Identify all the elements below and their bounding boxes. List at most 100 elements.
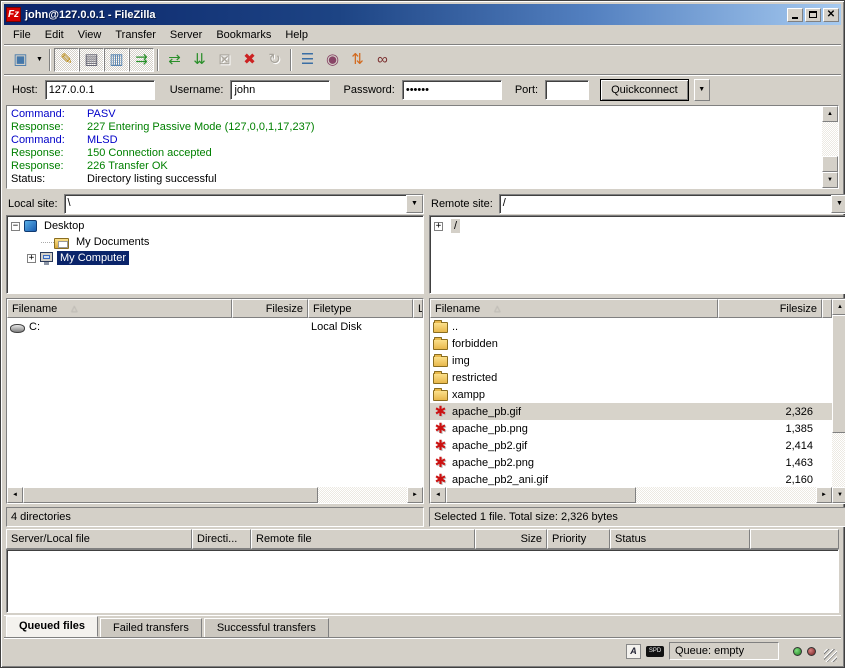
speed-limit-icon[interactable]: SPD (646, 646, 664, 657)
username-input[interactable] (230, 80, 330, 100)
disk-icon (10, 324, 25, 333)
directory-comparison-button[interactable]: ◉ (320, 48, 345, 72)
expand-icon[interactable]: + (27, 254, 36, 263)
file-size-cell (718, 352, 816, 369)
maximize-button[interactable] (805, 8, 821, 22)
tab-failed-transfers[interactable]: Failed transfers (100, 618, 202, 637)
find-files-button[interactable]: ∞ (370, 48, 395, 72)
filezilla-window: Fz john@127.0.0.1 - FileZilla ✕ FileEdit… (0, 0, 845, 668)
file-name: .. (452, 321, 458, 333)
menu-item-server[interactable]: Server (163, 27, 209, 43)
expand-icon[interactable]: + (434, 222, 443, 231)
minimize-button[interactable] (787, 8, 803, 22)
local-column-header-filesize[interactable]: Filesize (232, 299, 308, 318)
menu-item-help[interactable]: Help (278, 27, 315, 43)
host-input[interactable] (45, 80, 155, 100)
tree-item-label: / (451, 219, 460, 233)
transfer-type-icon[interactable]: A (626, 644, 641, 659)
local-column-header-l[interactable]: L (413, 299, 423, 318)
scroll-right-icon[interactable]: ► (816, 487, 832, 503)
remote-site-dropdown-button[interactable]: ▼ (831, 195, 845, 213)
toggle-queue-button[interactable]: ⇉ (129, 48, 154, 72)
remote-tree-item-[interactable]: +/ (430, 218, 845, 234)
menu-item-file[interactable]: File (6, 27, 38, 43)
local-site-dropdown-button[interactable]: ▼ (406, 195, 423, 213)
tab-successful-transfers[interactable]: Successful transfers (204, 618, 329, 637)
reconnect-button[interactable]: ↻ (262, 48, 287, 72)
remote-vertical-scrollbar[interactable]: ▲ ▼ (832, 299, 845, 503)
log-line: Command:PASV (11, 108, 822, 121)
folder-icon (433, 356, 448, 367)
local-tree-item-my-documents[interactable]: My Documents (7, 234, 423, 250)
synchronized-browsing-button[interactable]: ⇅ (345, 48, 370, 72)
toggle-local-tree-button[interactable]: ▤ (79, 48, 104, 72)
remote-column-header-blank[interactable] (822, 299, 832, 318)
remote-file-row-img[interactable]: img (430, 352, 832, 369)
remote-horizontal-scrollbar[interactable]: ◄ ► (430, 487, 832, 503)
scrollbar-thumb[interactable] (23, 487, 318, 503)
local-horizontal-scrollbar[interactable]: ◄ ► (7, 487, 423, 503)
scroll-up-icon[interactable]: ▲ (822, 106, 838, 122)
remote-file-row-apache-pb2-ani-gif[interactable]: ✱apache_pb2_ani.gif2,160 (430, 471, 832, 487)
log-line: Status:Directory listing successful (11, 173, 822, 186)
quickconnect-button[interactable]: Quickconnect (600, 79, 689, 101)
remote-file-row-apache-pb2-png[interactable]: ✱apache_pb2.png1,463 (430, 454, 832, 471)
remote-column-header-filesize[interactable]: Filesize (718, 299, 822, 318)
scroll-right-icon[interactable]: ► (407, 487, 423, 503)
queue-column-header-priority[interactable]: Priority (547, 529, 610, 549)
queue-column-header-directi[interactable]: Directi... (192, 529, 251, 549)
filter-button[interactable]: ☰ (295, 48, 320, 72)
scroll-up-icon[interactable]: ▲ (832, 299, 845, 315)
remote-file-row-forbidden[interactable]: forbidden (430, 335, 832, 352)
log-line-text: 227 Entering Passive Mode (127,0,0,1,17,… (87, 121, 314, 134)
toggle-remote-tree-button[interactable]: ▥ (104, 48, 129, 72)
disconnect-button[interactable]: ✖ (237, 48, 262, 72)
refresh-button[interactable]: ⇄ (162, 48, 187, 72)
local-tree-item-desktop[interactable]: −Desktop (7, 218, 423, 234)
password-input[interactable] (402, 80, 502, 100)
menu-item-bookmarks[interactable]: Bookmarks (209, 27, 278, 43)
site-manager-button[interactable]: ▣ (8, 48, 33, 72)
scroll-down-icon[interactable]: ▼ (822, 172, 838, 188)
local-file-row-c[interactable]: C:Local Disk (7, 318, 423, 335)
scrollbar-thumb[interactable] (446, 487, 636, 503)
remote-column-header-filename[interactable]: Filename△ (430, 299, 718, 318)
collapse-icon[interactable]: − (11, 222, 20, 231)
remote-file-row-xampp[interactable]: xampp (430, 386, 832, 403)
local-tree-item-my-computer[interactable]: +My Computer (7, 250, 423, 266)
queue-column-header-status[interactable]: Status (610, 529, 750, 549)
remote-site-combobox[interactable]: / ▼ (499, 194, 845, 214)
menu-item-transfer[interactable]: Transfer (108, 27, 163, 43)
remote-file-row-restricted[interactable]: restricted (430, 369, 832, 386)
remote-file-row-apache-pb2-gif[interactable]: ✱apache_pb2.gif2,414 (430, 437, 832, 454)
queue-column-header-size[interactable]: Size (475, 529, 547, 549)
close-button[interactable]: ✕ (823, 8, 839, 22)
scrollbar-thumb[interactable] (832, 315, 845, 433)
local-site-combobox[interactable]: \ ▼ (64, 194, 424, 214)
scroll-down-icon[interactable]: ▼ (832, 487, 845, 503)
resize-grip[interactable] (824, 649, 837, 662)
local-column-header-filename[interactable]: Filename△ (7, 299, 232, 318)
process-queue-button[interactable]: ⇊ (187, 48, 212, 72)
site-manager-icon: ▣ (13, 52, 27, 67)
toggle-message-log-button[interactable]: ✎ (54, 48, 79, 72)
site-manager-dropdown-button[interactable]: ▼ (33, 48, 46, 72)
cancel-button[interactable]: ⊠ (212, 48, 237, 72)
remote-file-row-apache-pb-gif[interactable]: ✱apache_pb.gif2,326 (430, 403, 832, 420)
remote-file-row-apache-pb-png[interactable]: ✱apache_pb.png1,385 (430, 420, 832, 437)
message-log-scrollbar[interactable]: ▲ ▼ (822, 106, 838, 188)
tab-queued-files[interactable]: Queued files (6, 616, 98, 637)
quickconnect-dropdown-button[interactable]: ▼ (694, 79, 710, 101)
remote-file-row-[interactable]: .. (430, 318, 832, 335)
scroll-left-icon[interactable]: ◄ (430, 487, 446, 503)
queue-column-header-server-local-file[interactable]: Server/Local file (6, 529, 192, 549)
menu-item-edit[interactable]: Edit (38, 27, 71, 43)
scrollbar-thumb[interactable] (822, 156, 838, 172)
scroll-left-icon[interactable]: ◄ (7, 487, 23, 503)
local-column-header-filetype[interactable]: Filetype (308, 299, 413, 318)
file-name-cell: ✱apache_pb.gif (430, 403, 718, 420)
menu-item-view[interactable]: View (71, 27, 109, 43)
queue-column-header-blank[interactable] (750, 529, 839, 549)
queue-column-header-remote-file[interactable]: Remote file (251, 529, 475, 549)
port-input[interactable] (545, 80, 589, 100)
